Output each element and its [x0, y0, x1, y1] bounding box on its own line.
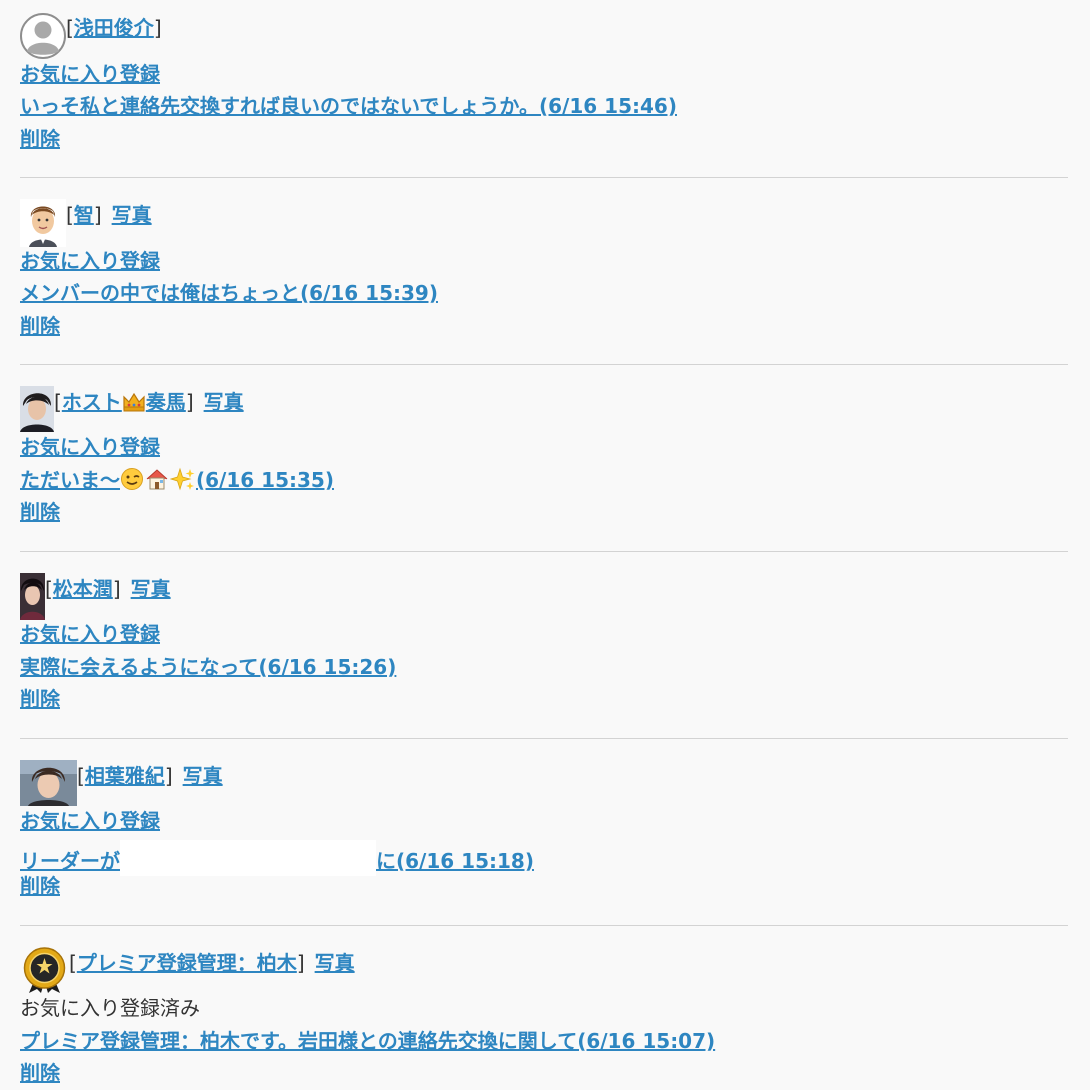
- divider: [20, 738, 1068, 739]
- message-list: [浅田俊介] お気に入り登録 いっそ私と連絡先交換すれば良いのではないでしょうか…: [0, 0, 1090, 1090]
- poster-name-link[interactable]: ホスト 奏馬: [62, 390, 186, 414]
- message-text: に(6/16 15:18): [376, 849, 534, 873]
- default-user-icon[interactable]: [20, 13, 66, 59]
- bracket-close: ]: [153, 16, 162, 40]
- message-entry: [松本潤] 写真 お気に入り登録 実際に会えるようになって(6/16 15:26)…: [20, 561, 1068, 736]
- message-entry: [智] 写真 お気に入り登録 メンバーの中では俺はちょっと(6/16 15:39)…: [20, 187, 1068, 362]
- sparkles-icon: [169, 467, 196, 498]
- poster-name-line: [相葉雅紀] 写真: [77, 762, 223, 790]
- photo-link[interactable]: 写真: [131, 577, 171, 601]
- favorite-register-link[interactable]: お気に入り登録: [20, 622, 160, 646]
- bracket-close: ]: [93, 203, 102, 227]
- poster-name-part: 奏馬: [145, 390, 186, 414]
- wink-face-icon: [120, 467, 144, 498]
- bracket-open: [: [66, 203, 74, 227]
- poster-name-line: [プレミア登録管理：柏木] 写真: [69, 949, 355, 977]
- message-link[interactable]: 実際に会えるようになって(6/16 15:26): [20, 655, 396, 679]
- poster-name-link[interactable]: 松本潤: [53, 577, 113, 601]
- photo-link[interactable]: 写真: [112, 203, 152, 227]
- photo-link[interactable]: 写真: [204, 390, 244, 414]
- favorite-register-link[interactable]: お気に入り登録: [20, 809, 160, 833]
- redaction-block: [120, 840, 376, 876]
- poster-name-line: [ホスト 奏馬] 写真: [54, 388, 244, 420]
- delete-link[interactable]: 削除: [20, 127, 60, 151]
- bracket-open: [: [66, 16, 74, 40]
- message-timestamp: (6/16 15:35): [196, 468, 334, 492]
- message-link[interactable]: いっそ私と連絡先交換すれば良いのではないでしょうか。(6/16 15:46): [20, 94, 677, 118]
- message-entry: [ホスト 奏馬] 写真 お気に入り登録 ただいま〜 (6/16 15:35) 削除: [20, 374, 1068, 549]
- poster-name-line: [松本潤] 写真: [45, 575, 171, 603]
- divider: [20, 925, 1068, 926]
- user-photo[interactable]: [20, 386, 54, 432]
- poster-name-link[interactable]: プレミア登録管理：柏木: [77, 951, 297, 975]
- favorite-registered-status: お気に入り登録済み: [20, 996, 200, 1020]
- delete-link[interactable]: 削除: [20, 687, 60, 711]
- message-entry: [プレミア登録管理：柏木] 写真 お気に入り登録済み プレミア登録管理：柏木です。…: [20, 935, 1068, 1090]
- poster-name-line: [浅田俊介]: [66, 14, 162, 42]
- message-entry: [浅田俊介] お気に入り登録 いっそ私と連絡先交換すれば良いのではないでしょうか…: [20, 0, 1068, 175]
- message-entry: [相葉雅紀] 写真 お気に入り登録 リーダーが に(6/16 15:18) 削除: [20, 748, 1068, 923]
- delete-link[interactable]: 削除: [20, 500, 60, 524]
- bracket-close: ]: [112, 577, 121, 601]
- bracket-open: [: [45, 577, 53, 601]
- message-text: ただいま〜: [20, 468, 120, 492]
- cartoon-man-avatar[interactable]: [20, 199, 66, 247]
- user-photo[interactable]: [20, 760, 77, 806]
- divider: [20, 551, 1068, 552]
- bracket-open: [: [69, 951, 77, 975]
- bracket-close: ]: [296, 951, 305, 975]
- favorite-register-link[interactable]: お気に入り登録: [20, 249, 160, 273]
- poster-name-link[interactable]: 相葉雅紀: [85, 764, 165, 788]
- message-text: リーダーが: [20, 849, 120, 873]
- house-icon: [144, 467, 170, 498]
- premium-medal-icon[interactable]: [20, 947, 69, 993]
- delete-link[interactable]: 削除: [20, 314, 60, 338]
- favorite-register-link[interactable]: お気に入り登録: [20, 62, 160, 86]
- message-link[interactable]: ただいま〜 (6/16 15:35): [20, 467, 334, 492]
- bracket-close: ]: [164, 764, 173, 788]
- bracket-close: ]: [185, 390, 194, 414]
- message-link[interactable]: リーダーが に(6/16 15:18): [20, 840, 534, 876]
- divider: [20, 364, 1068, 365]
- poster-name-link[interactable]: 智: [74, 203, 94, 227]
- favorite-register-link[interactable]: お気に入り登録: [20, 435, 160, 459]
- divider: [20, 177, 1068, 178]
- photo-link[interactable]: 写真: [183, 764, 223, 788]
- user-photo[interactable]: [20, 573, 45, 620]
- message-link[interactable]: プレミア登録管理：柏木です。岩田様との連絡先交換に関して(6/16 15:07): [20, 1029, 715, 1053]
- bracket-open: [: [77, 764, 85, 788]
- poster-name-line: [智] 写真: [66, 201, 152, 229]
- crown-icon: [122, 391, 146, 420]
- delete-link[interactable]: 削除: [20, 1061, 60, 1085]
- poster-name-link[interactable]: 浅田俊介: [74, 16, 154, 40]
- message-link[interactable]: メンバーの中では俺はちょっと(6/16 15:39): [20, 281, 438, 305]
- delete-link[interactable]: 削除: [20, 874, 60, 898]
- bracket-open: [: [54, 390, 62, 414]
- photo-link[interactable]: 写真: [315, 951, 355, 975]
- poster-name-part: ホスト: [61, 390, 122, 414]
